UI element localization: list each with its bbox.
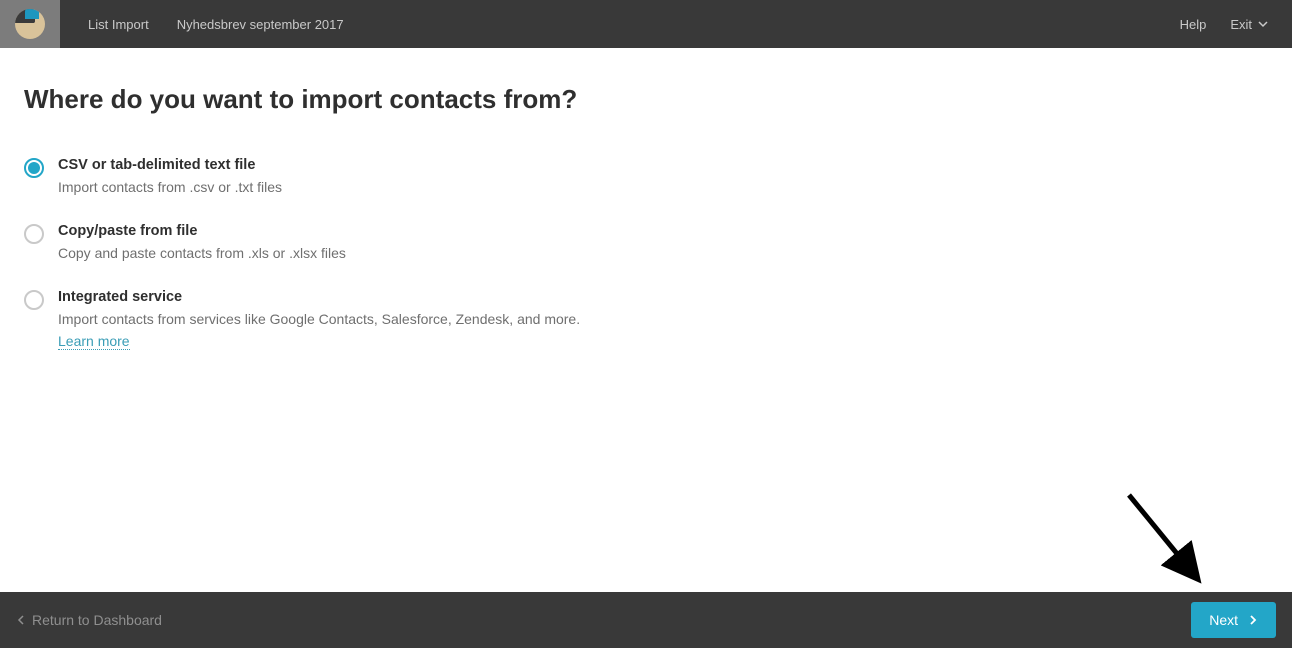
option-integrated: Integrated service Import contacts from … [24, 289, 1268, 351]
chevron-left-icon [16, 612, 26, 628]
radio-integrated[interactable] [24, 290, 44, 310]
radio-copypaste[interactable] [24, 224, 44, 244]
chevron-down-icon [1258, 17, 1268, 32]
option-copypaste-label[interactable]: Copy/paste from file [58, 223, 346, 239]
next-button[interactable]: Next [1191, 602, 1276, 638]
main-content: Where do you want to import contacts fro… [0, 48, 1292, 351]
return-to-dashboard-link[interactable]: Return to Dashboard [16, 612, 162, 628]
option-csv: CSV or tab-delimited text file Import co… [24, 157, 1268, 195]
top-bar: List Import Nyhedsbrev september 2017 He… [0, 0, 1292, 48]
option-csv-desc: Import contacts from .csv or .txt files [58, 179, 282, 195]
help-label: Help [1180, 17, 1207, 32]
logo[interactable] [0, 0, 60, 48]
next-label: Next [1209, 612, 1238, 628]
annotation-arrow-icon [1114, 490, 1214, 590]
learn-more-link[interactable]: Learn more [58, 333, 130, 350]
mailchimp-icon [15, 9, 45, 39]
option-integrated-desc: Import contacts from services like Googl… [58, 311, 580, 327]
help-link[interactable]: Help [1180, 17, 1207, 32]
breadcrumb-list-import[interactable]: List Import [88, 17, 149, 32]
exit-link[interactable]: Exit [1230, 17, 1268, 32]
option-copypaste: Copy/paste from file Copy and paste cont… [24, 223, 1268, 261]
option-integrated-label[interactable]: Integrated service [58, 289, 580, 305]
return-label: Return to Dashboard [32, 612, 162, 628]
bottom-bar: Return to Dashboard Next [0, 592, 1292, 648]
page-title: Where do you want to import contacts fro… [24, 84, 1268, 115]
radio-csv[interactable] [24, 158, 44, 178]
exit-label: Exit [1230, 17, 1252, 32]
chevron-right-icon [1248, 612, 1258, 628]
option-csv-label[interactable]: CSV or tab-delimited text file [58, 157, 282, 173]
option-copypaste-desc: Copy and paste contacts from .xls or .xl… [58, 245, 346, 261]
breadcrumb-campaign-name: Nyhedsbrev september 2017 [177, 17, 344, 32]
